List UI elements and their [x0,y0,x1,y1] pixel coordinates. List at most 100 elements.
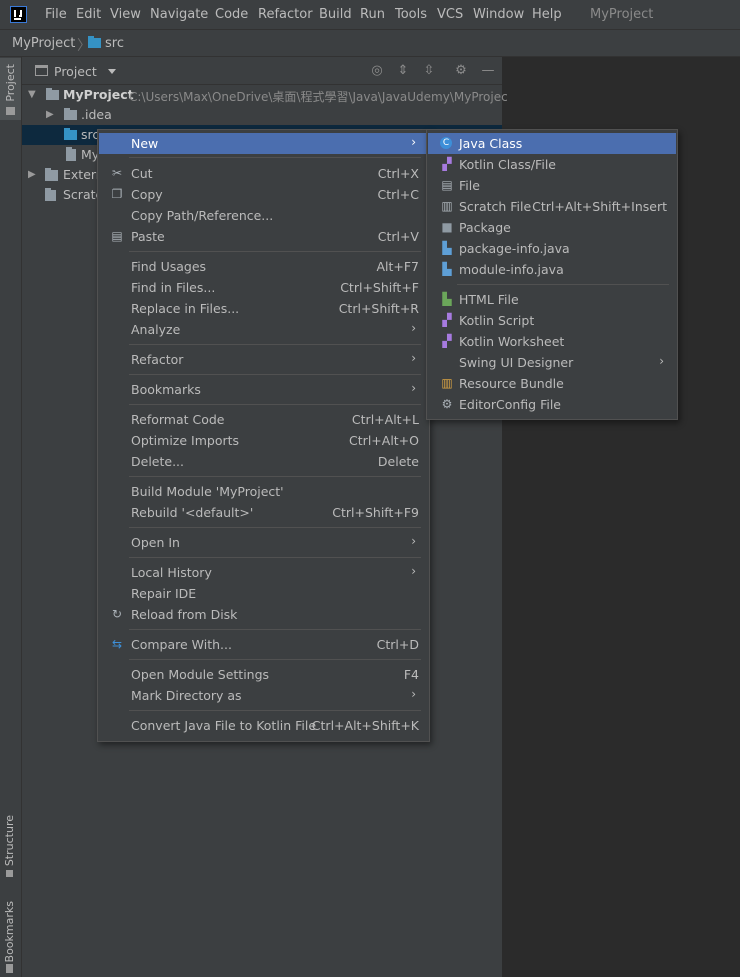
chevron-right-icon[interactable]: ▶ [28,169,36,180]
chevron-right-icon[interactable]: ▶ [46,109,54,120]
menu-item-find-in-files[interactable]: Find in Files... Ctrl+Shift+F [99,277,428,298]
menu-item-label: Analyze [131,322,181,337]
menu-refactor[interactable]: Refactor [258,7,313,22]
submenu-item-resource-bundle[interactable]: ▥ Resource Bundle [428,373,676,394]
menu-item-bookmarks[interactable]: Bookmarks › [99,379,428,400]
chevron-right-icon: › [411,564,416,578]
module-file-icon [66,147,76,161]
context-menu: New › ✂ Cut Ctrl+X ❐ Copy Ctrl+C Copy Pa… [97,129,430,742]
menu-tools[interactable]: Tools [395,7,427,22]
menu-item-new[interactable]: New › [99,133,428,154]
menu-run[interactable]: Run [360,7,385,22]
menu-navigate[interactable]: Navigate [150,7,208,22]
menu-item-open-module-settings[interactable]: Open Module Settings F4 [99,664,428,685]
menu-item-optimize-imports[interactable]: Optimize Imports Ctrl+Alt+O [99,430,428,451]
chevron-down-icon[interactable]: ▼ [28,89,36,100]
menu-item-label: Optimize Imports [131,433,240,448]
menu-item-shortcut: Alt+F7 [376,259,419,274]
menu-item-label: Open Module Settings [131,667,270,682]
menu-item-repair-ide[interactable]: Repair IDE [99,583,428,604]
menu-item-label: Delete... [131,454,184,469]
menu-item-compare-with[interactable]: ⇆ Compare With... Ctrl+D [99,634,428,655]
hide-icon[interactable]: — [480,63,496,79]
submenu-item-kotlin-script[interactable]: ▞ Kotlin Script [428,310,676,331]
menu-item-replace-in-files[interactable]: Replace in Files... Ctrl+Shift+R [99,298,428,319]
menu-item-rebuild[interactable]: Rebuild '<default>' Ctrl+Shift+F9 [99,502,428,523]
menu-vcs[interactable]: VCS [437,7,463,22]
submenu-item-package-info[interactable]: ▙ package-info.java [428,238,676,259]
menu-item-label: module-info.java [459,262,564,277]
menu-item-build-module[interactable]: Build Module 'MyProject' [99,481,428,502]
menu-item-label: Mark Directory as [131,688,242,703]
tree-item-myproject[interactable]: ▼ MyProject C:\Users\Max\OneDrive\桌面\程式學… [22,85,508,105]
submenu-item-file[interactable]: ▤ File [428,175,676,196]
menu-view[interactable]: View [110,7,141,22]
chevron-down-icon[interactable] [108,69,116,74]
menu-edit[interactable]: Edit [76,7,101,22]
submenu-item-java-class[interactable]: C Java Class [428,133,676,154]
submenu-item-kotlin-worksheet[interactable]: ▞ Kotlin Worksheet [428,331,676,352]
tree-item-label: .idea [81,107,112,122]
breadcrumb-project[interactable]: MyProject [12,36,75,51]
source-folder-icon [64,128,77,140]
menu-item-analyze[interactable]: Analyze › [99,319,428,340]
menu-item-shortcut: Ctrl+C [377,187,419,202]
menu-item-label: Kotlin Script [459,313,535,328]
menu-item-label: Build Module 'MyProject' [131,484,284,499]
menu-separator [129,344,421,345]
menu-build[interactable]: Build [319,7,352,22]
menu-item-copy[interactable]: ❐ Copy Ctrl+C [99,184,428,205]
tree-item-idea[interactable]: ▶ .idea [22,105,502,125]
menu-item-find-usages[interactable]: Find Usages Alt+F7 [99,256,428,277]
menu-item-copy-path[interactable]: Copy Path/Reference... [99,205,428,226]
navigation-bar: MyProject 〉 src [0,29,740,57]
menu-item-label: Swing UI Designer [459,355,574,370]
menu-item-label: EditorConfig File [459,397,561,412]
menu-item-open-in[interactable]: Open In › [99,532,428,553]
menu-item-convert-to-kotlin[interactable]: Convert Java File to Kotlin File Ctrl+Al… [99,715,428,736]
expand-all-icon[interactable]: ⇕ [395,63,411,79]
resource-bundle-icon: ▥ [441,376,453,390]
locate-icon[interactable]: ◎ [369,63,385,79]
submenu-item-scratch-file[interactable]: ▥ Scratch File Ctrl+Alt+Shift+Insert [428,196,676,217]
tool-tab-structure[interactable]: Structure [0,812,21,882]
kotlin-file-icon: ▞ [442,157,452,171]
project-view-title[interactable]: Project [54,64,97,79]
menu-item-mark-directory-as[interactable]: Mark Directory as › [99,685,428,706]
menu-file[interactable]: File [45,7,67,22]
gear-icon[interactable]: ⚙ [453,63,469,79]
menu-item-cut[interactable]: ✂ Cut Ctrl+X [99,163,428,184]
kotlin-script-icon: ▞ [442,313,452,327]
menu-item-shortcut: F4 [403,667,419,682]
submenu-item-swing-ui-designer[interactable]: Swing UI Designer › [428,352,676,373]
menu-item-shortcut: Ctrl+Shift+F9 [332,505,419,520]
menu-item-label: File [459,178,480,193]
libraries-icon [45,168,58,181]
breadcrumb-src[interactable]: src [105,36,124,51]
menu-item-shortcut: Ctrl+Alt+Shift+Insert [532,199,667,214]
submenu-item-kotlin-class[interactable]: ▞ Kotlin Class/File [428,154,676,175]
bookmark-icon [6,964,13,973]
file-icon: ▤ [441,178,453,192]
menu-item-reload-from-disk[interactable]: ↻ Reload from Disk [99,604,428,625]
submenu-item-module-info[interactable]: ▙ module-info.java [428,259,676,280]
menu-item-delete[interactable]: Delete... Delete [99,451,428,472]
menu-item-refactor[interactable]: Refactor › [99,349,428,370]
menu-help[interactable]: Help [532,7,562,22]
tool-tab-project[interactable]: Project [0,58,21,120]
menu-item-paste[interactable]: ▤ Paste Ctrl+V [99,226,428,247]
menu-item-reformat-code[interactable]: Reformat Code Ctrl+Alt+L [99,409,428,430]
menu-item-label: Find Usages [131,259,207,274]
menu-window[interactable]: Window [473,7,524,22]
menu-item-label: Compare With... [131,637,232,652]
menu-item-label: Rebuild '<default>' [131,505,254,520]
submenu-item-html-file[interactable]: ▙ HTML File [428,289,676,310]
menu-item-local-history[interactable]: Local History › [99,562,428,583]
submenu-item-package[interactable]: ■ Package [428,217,676,238]
menu-item-shortcut: Ctrl+V [377,229,419,244]
menu-separator [129,527,421,528]
menu-code[interactable]: Code [215,7,248,22]
tool-tab-bookmarks[interactable]: Bookmarks [0,898,21,977]
submenu-item-editorconfig-file[interactable]: ⚙ EditorConfig File [428,394,676,415]
collapse-all-icon[interactable]: ⇳ [421,63,437,79]
